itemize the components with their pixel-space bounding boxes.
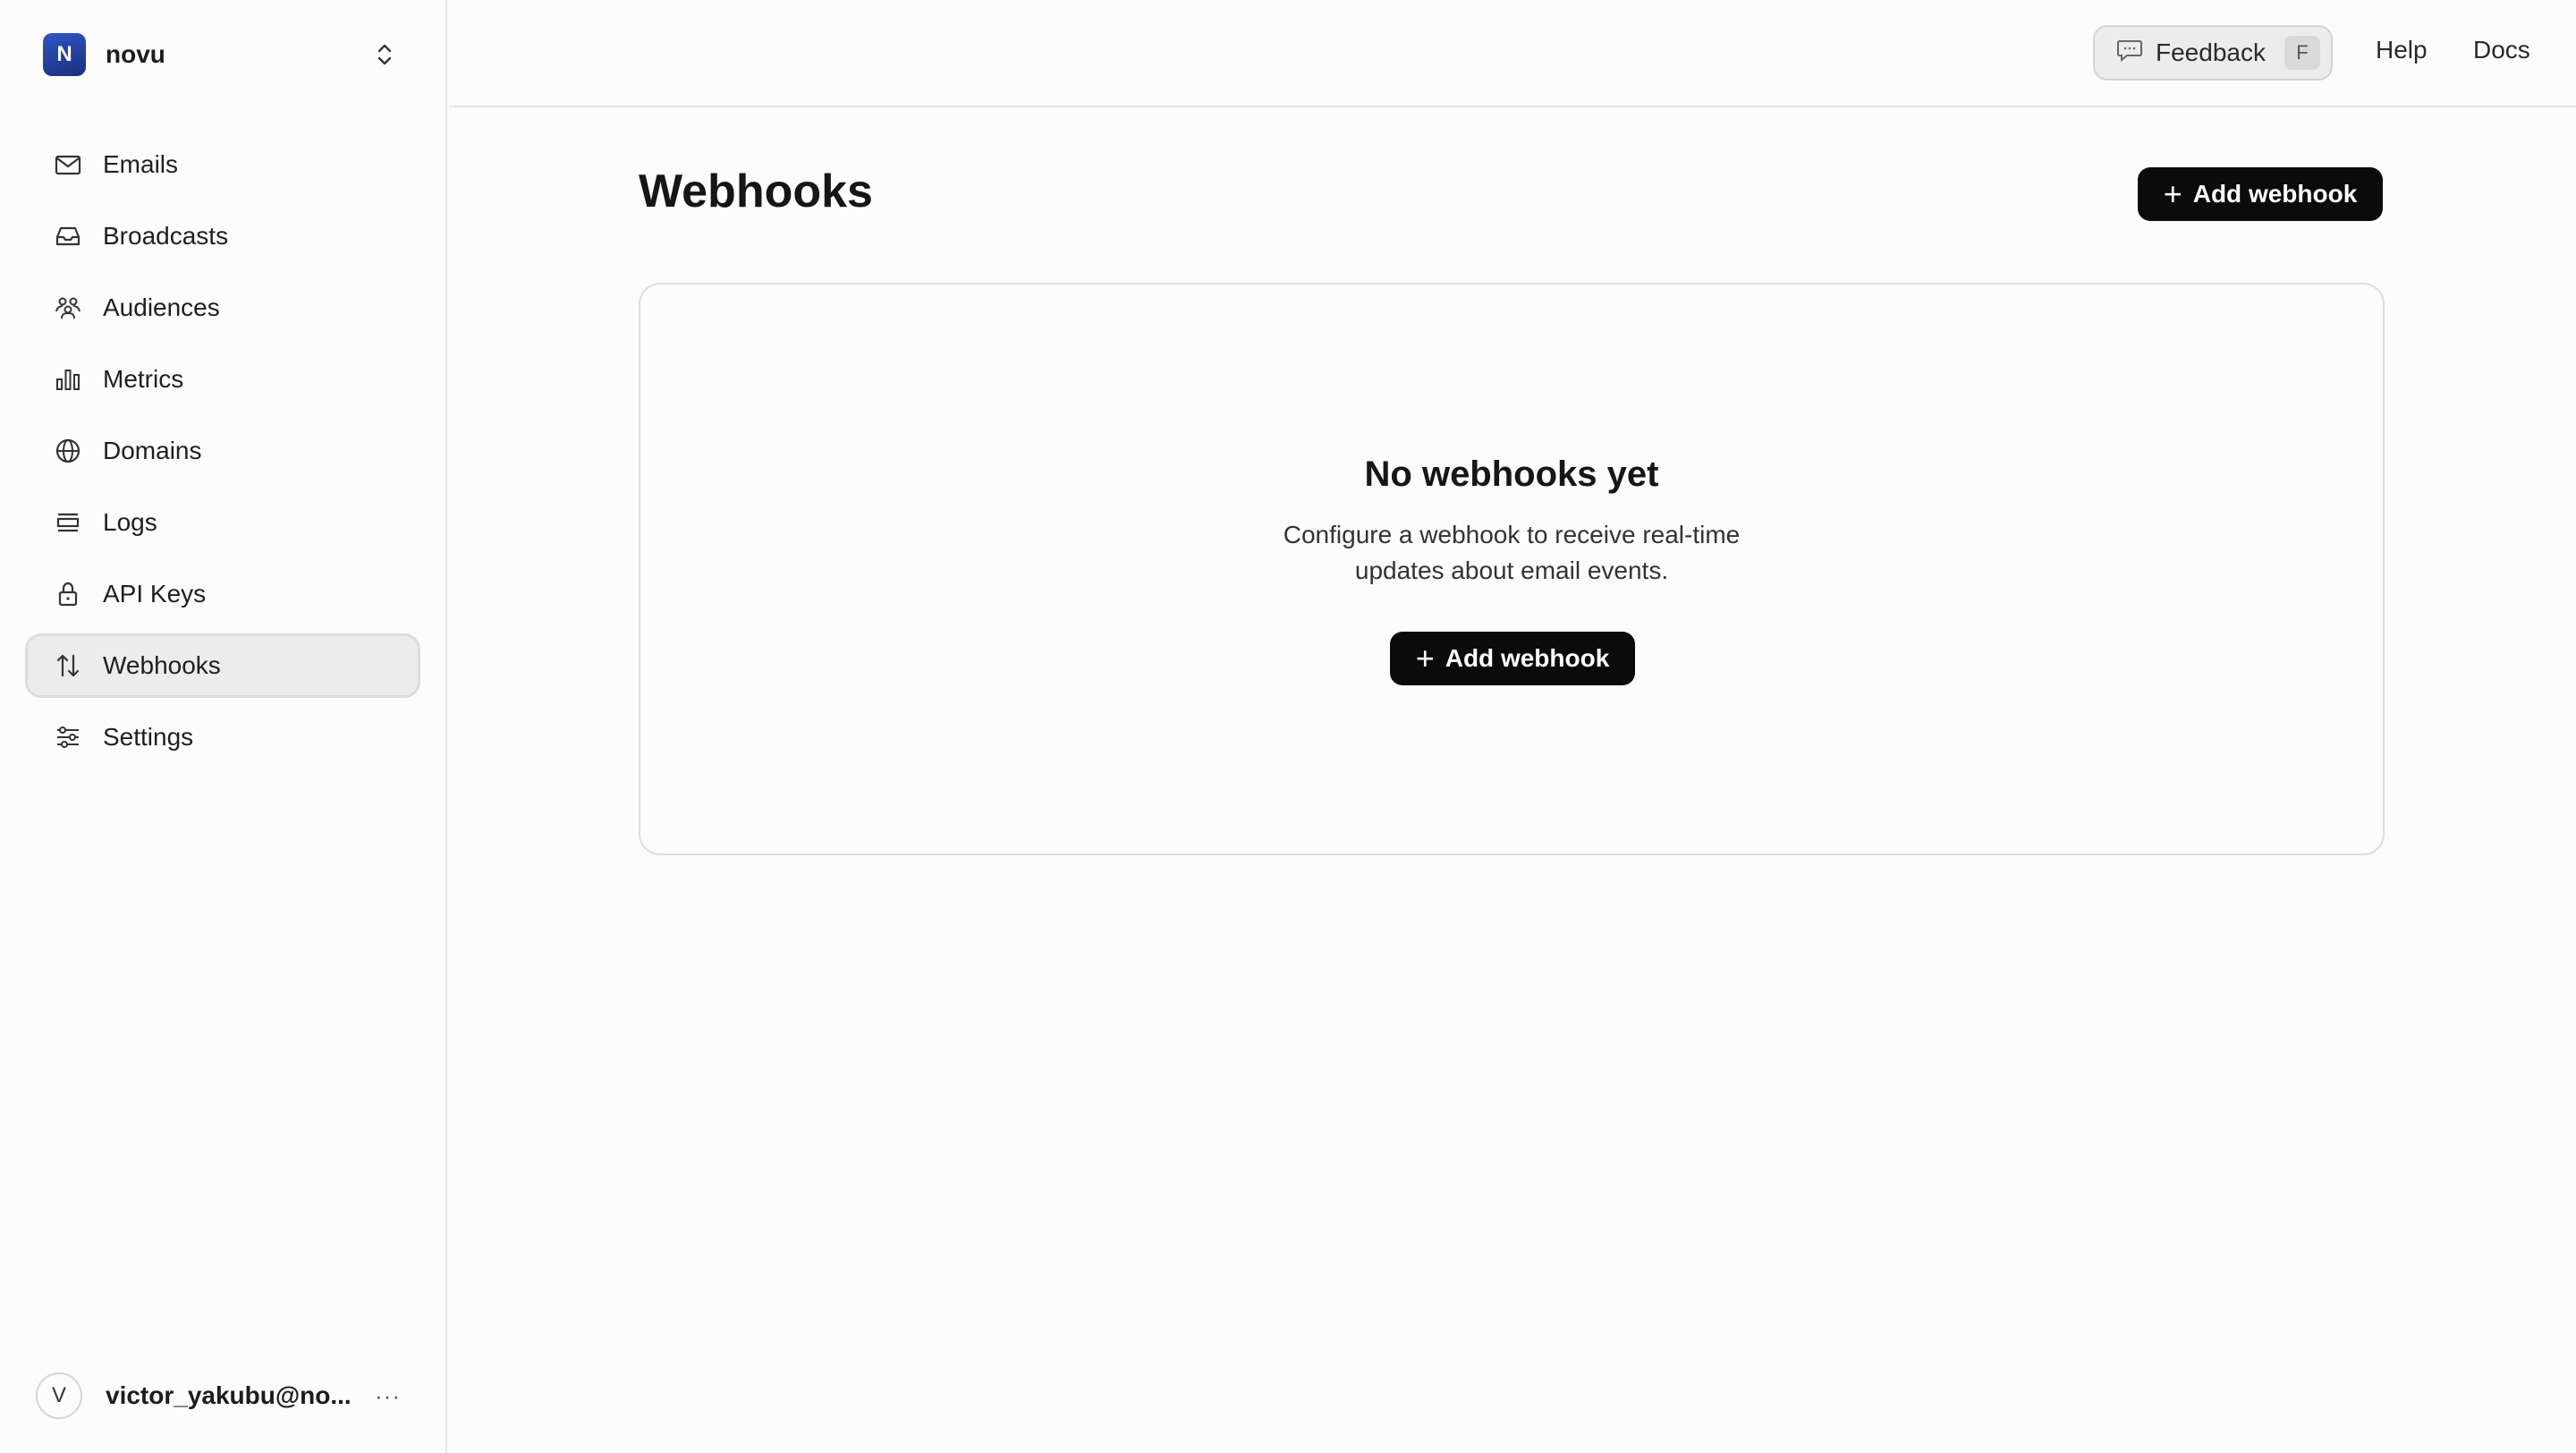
arrows-up-down-icon: [53, 650, 83, 681]
team-logo: N: [43, 33, 86, 76]
user-email: victor_yakubu@no...: [106, 1381, 352, 1409]
sidebar-item-settings[interactable]: Settings: [25, 705, 420, 769]
sidebar-item-label: Audiences: [103, 293, 220, 321]
message-icon: [2116, 38, 2143, 68]
team-name: novu: [106, 40, 165, 68]
sliders-icon: [53, 722, 83, 752]
sidebar-item-metrics[interactable]: Metrics: [25, 347, 420, 412]
avatar: V: [36, 1372, 82, 1419]
mail-icon: [53, 149, 83, 180]
app-window: N novu Emails Broadcasts Audiences Metri…: [0, 0, 2576, 1453]
plus-icon: +: [1415, 640, 1435, 676]
sidebar-item-logs[interactable]: Logs: [25, 490, 420, 555]
add-webhook-button[interactable]: + Add webhook: [2138, 167, 2383, 221]
logs-icon: [53, 507, 83, 538]
page-title: Webhooks: [639, 166, 873, 217]
empty-state-description: Configure a webhook to receive real-time…: [1283, 521, 1741, 584]
globe-icon: [53, 436, 83, 466]
add-webhook-label: Add webhook: [2192, 180, 2358, 208]
sidebar-nav: Emails Broadcasts Audiences Metrics Doma…: [25, 132, 420, 777]
inbox-icon: [53, 221, 83, 251]
sidebar-item-label: Metrics: [103, 365, 184, 393]
chevron-up-down-icon: [372, 38, 397, 71]
users-icon: [53, 293, 83, 323]
docs-link[interactable]: Docs: [2473, 36, 2530, 64]
sidebar-item-audiences[interactable]: Audiences: [25, 276, 420, 340]
plus-icon: +: [2163, 175, 2182, 212]
feedback-label: Feedback: [2156, 38, 2266, 66]
sidebar: N novu Emails Broadcasts Audiences Metri…: [0, 0, 447, 1453]
sidebar-item-api-keys[interactable]: API Keys: [25, 562, 420, 626]
sidebar-item-emails[interactable]: Emails: [25, 132, 420, 197]
topbar: Feedback F Help Docs: [449, 0, 2576, 107]
user-menu[interactable]: V victor_yakubu@no... ···: [36, 1371, 411, 1421]
sidebar-item-broadcasts[interactable]: Broadcasts: [25, 204, 420, 268]
empty-state-card: No webhooks yet Configure a webhook to r…: [639, 283, 2385, 855]
sidebar-item-webhooks[interactable]: Webhooks: [25, 633, 420, 698]
lock-icon: [53, 579, 83, 609]
sidebar-item-label: Webhooks: [103, 651, 221, 679]
team-switcher[interactable]: N novu: [25, 23, 415, 86]
sidebar-item-label: API Keys: [103, 580, 207, 608]
sidebar-item-label: Broadcasts: [103, 222, 229, 250]
sidebar-item-domains[interactable]: Domains: [25, 419, 420, 483]
shortcut-key: F: [2284, 36, 2320, 70]
more-options-icon[interactable]: ···: [375, 1382, 411, 1410]
feedback-button[interactable]: Feedback F: [2093, 25, 2333, 81]
sidebar-item-label: Domains: [103, 437, 202, 464]
help-link[interactable]: Help: [2376, 36, 2428, 64]
bar-chart-icon: [53, 364, 83, 395]
sidebar-item-label: Emails: [103, 150, 179, 178]
add-webhook-label: Add webhook: [1445, 644, 1610, 672]
empty-state-add-webhook-button[interactable]: + Add webhook: [1390, 632, 1635, 685]
sidebar-item-label: Settings: [103, 723, 194, 751]
empty-state-title: No webhooks yet: [1364, 455, 1659, 494]
sidebar-item-label: Logs: [103, 508, 157, 536]
